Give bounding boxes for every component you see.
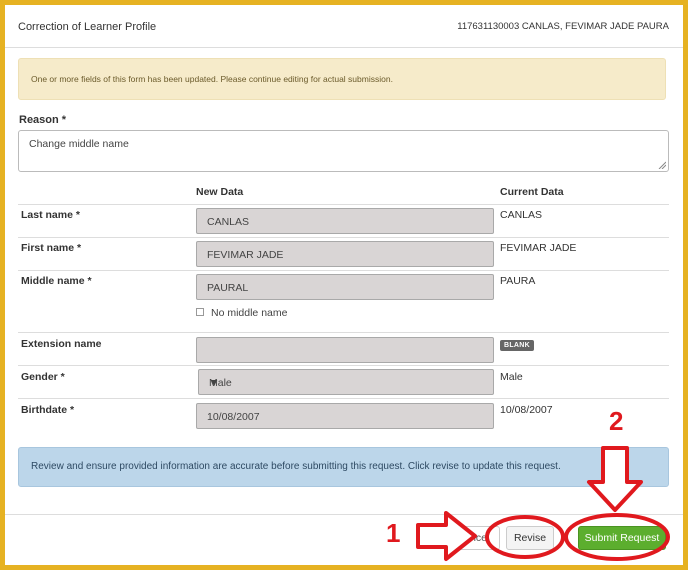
reason-value: Change middle name <box>29 138 129 150</box>
update-notice: One or more fields of this form has been… <box>18 58 666 100</box>
resize-grip-icon[interactable] <box>658 161 666 169</box>
reason-textarea[interactable]: Change middle name <box>18 130 669 172</box>
first-name-label: First name * <box>21 242 82 254</box>
learner-id-name: 117631130003 CANLAS, FEVIMAR JADE PAURA <box>457 21 669 32</box>
divider <box>18 365 669 366</box>
last-name-value: CANLAS <box>207 216 250 228</box>
dialog-frame: Correction of Learner Profile 1176311300… <box>5 5 683 565</box>
current-data-header: Current Data <box>500 186 564 198</box>
footer-divider <box>5 514 683 515</box>
middle-name-label: Middle name * <box>21 275 92 287</box>
reason-label: Reason * <box>19 114 67 126</box>
first-name-input[interactable]: FEVIMAR JADE <box>196 241 494 267</box>
divider <box>18 270 669 271</box>
step-2-label: 2 <box>609 406 624 436</box>
gender-label: Gender * <box>21 371 65 383</box>
dropdown-arrow-icon: ▼ <box>209 377 220 389</box>
new-data-header: New Data <box>196 186 244 198</box>
dialog-title: Correction of Learner Profile <box>18 21 157 33</box>
no-middle-name-checkbox[interactable] <box>196 308 204 316</box>
last-name-input[interactable]: CANLAS <box>196 208 494 234</box>
gender-current: Male <box>500 371 523 383</box>
last-name-current: CANLAS <box>500 209 543 221</box>
review-info-alert: Review and ensure provided information a… <box>18 447 669 487</box>
divider <box>18 398 669 399</box>
first-name-value: FEVIMAR JADE <box>207 249 284 261</box>
birthdate-label: Birthdate * <box>21 404 75 416</box>
submit-request-button[interactable]: Submit Request <box>578 526 666 550</box>
birthdate-value: 10/08/2007 <box>207 411 260 423</box>
step-1-label: 1 <box>386 518 401 548</box>
divider <box>18 204 669 205</box>
divider <box>18 332 669 333</box>
cancel-button[interactable]: Cancel <box>446 526 500 550</box>
divider <box>18 237 669 238</box>
extension-name-input[interactable] <box>196 337 494 363</box>
birthdate-current: 10/08/2007 <box>500 404 553 416</box>
first-name-current: FEVIMAR JADE <box>500 242 577 254</box>
middle-name-value: PAURAL <box>207 282 249 294</box>
last-name-label: Last name * <box>21 209 80 221</box>
gender-select[interactable]: Male ▼ <box>198 369 494 395</box>
no-middle-name-label: No middle name <box>211 307 288 319</box>
extension-name-label: Extension name <box>21 338 102 350</box>
dialog-header: Correction of Learner Profile 1176311300… <box>5 5 683 48</box>
review-info-text: Review and ensure provided information a… <box>31 461 561 472</box>
blank-badge: BLANK <box>500 340 534 351</box>
birthdate-input[interactable]: 10/08/2007 <box>196 403 494 429</box>
middle-name-current: PAURA <box>500 275 536 287</box>
update-notice-text: One or more fields of this form has been… <box>31 74 393 84</box>
middle-name-input[interactable]: PAURAL <box>196 274 494 300</box>
revise-button[interactable]: Revise <box>506 526 554 550</box>
